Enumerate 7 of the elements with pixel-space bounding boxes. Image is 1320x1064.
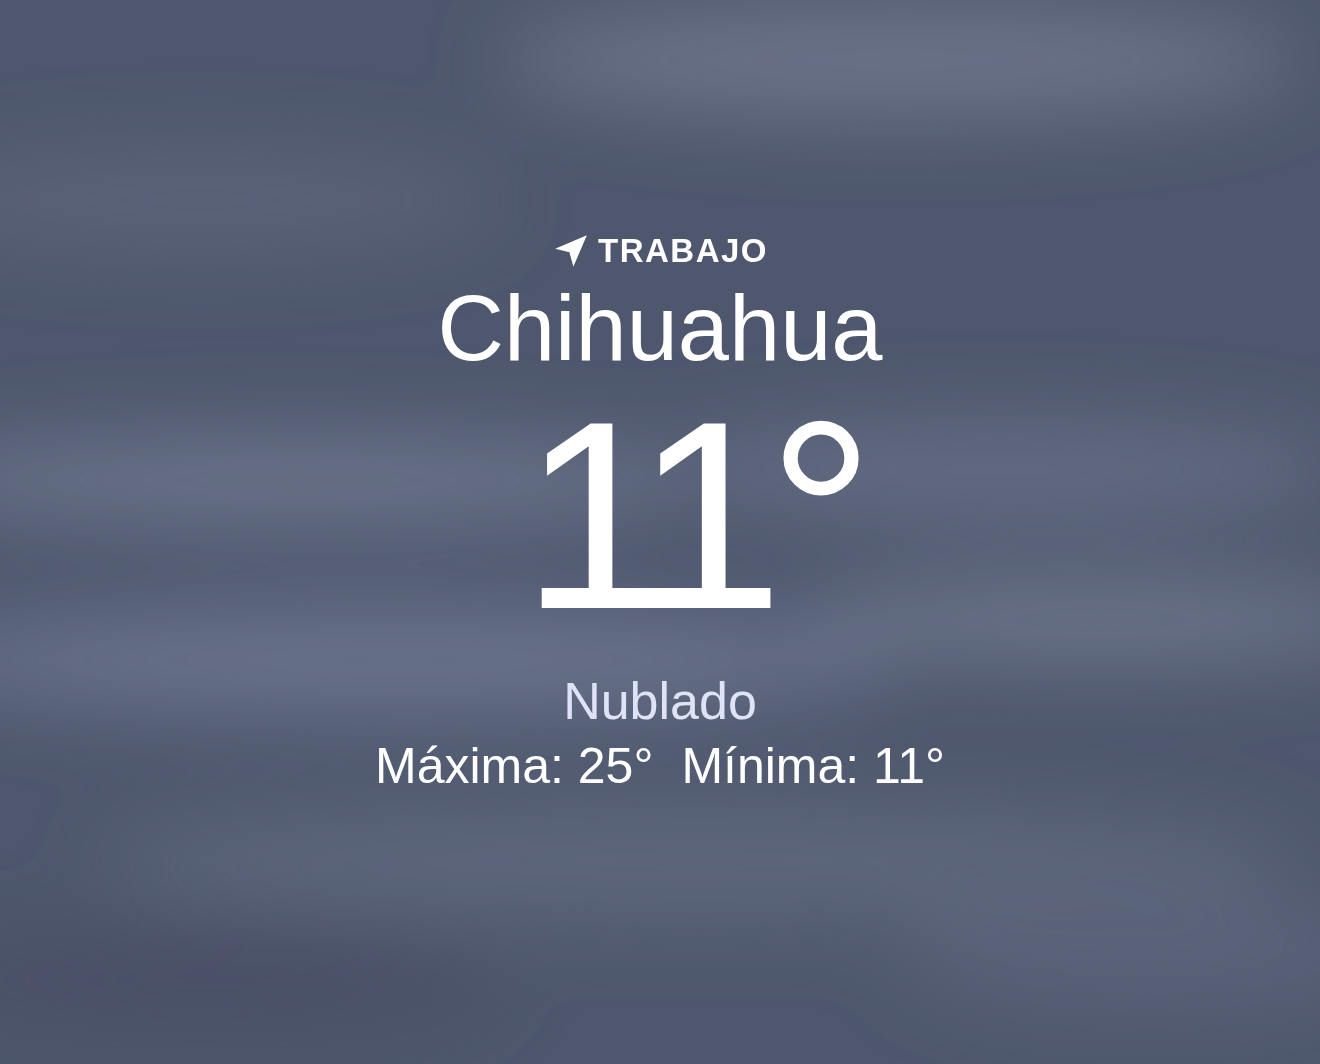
location-arrow-icon (552, 232, 590, 270)
weather-condition: Nublado (563, 671, 757, 732)
location-label: TRABAJO (598, 232, 768, 270)
low-temperature: Mínima: 11° (681, 737, 945, 796)
city-name: Chihuahua (437, 278, 883, 380)
high-temperature: Máxima: 25° (375, 737, 654, 796)
temperature: 11° (521, 381, 859, 650)
